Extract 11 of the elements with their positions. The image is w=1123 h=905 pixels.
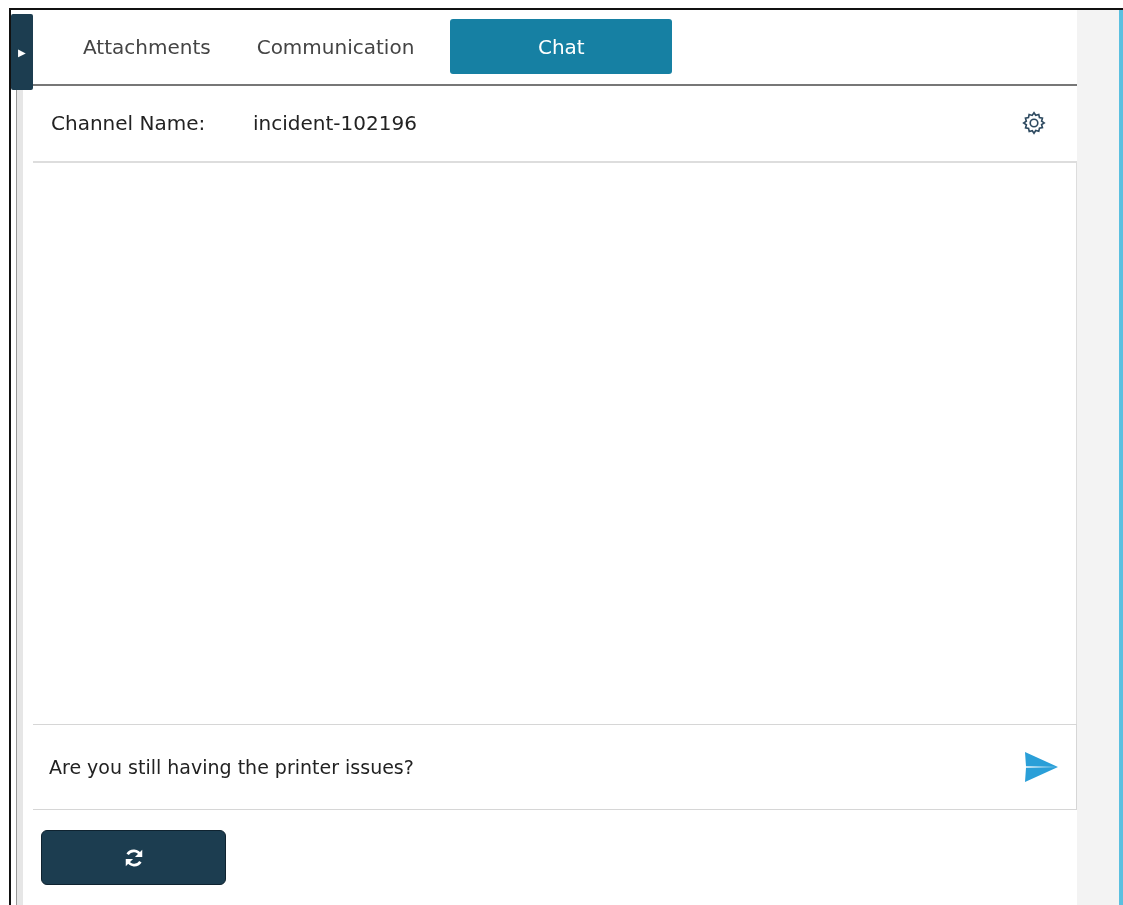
settings-icon[interactable] (1021, 110, 1047, 137)
tab[interactable]: Communication (246, 24, 425, 69)
message-input-field[interactable]: Are you still having the printer issues? (47, 754, 1024, 779)
channel-name-label: Channel Name: (51, 111, 207, 136)
message-input-box[interactable]: Are you still having the printer issues? (33, 723, 1077, 810)
send-icon[interactable] (1024, 751, 1058, 782)
tab[interactable]: Attachments (73, 24, 221, 69)
panel-toggle-button[interactable]: ▶ (11, 14, 33, 90)
refresh-button[interactable] (41, 830, 226, 885)
tab[interactable]: Chat (450, 19, 673, 75)
channel-name-value: incident-102196 (253, 111, 418, 136)
